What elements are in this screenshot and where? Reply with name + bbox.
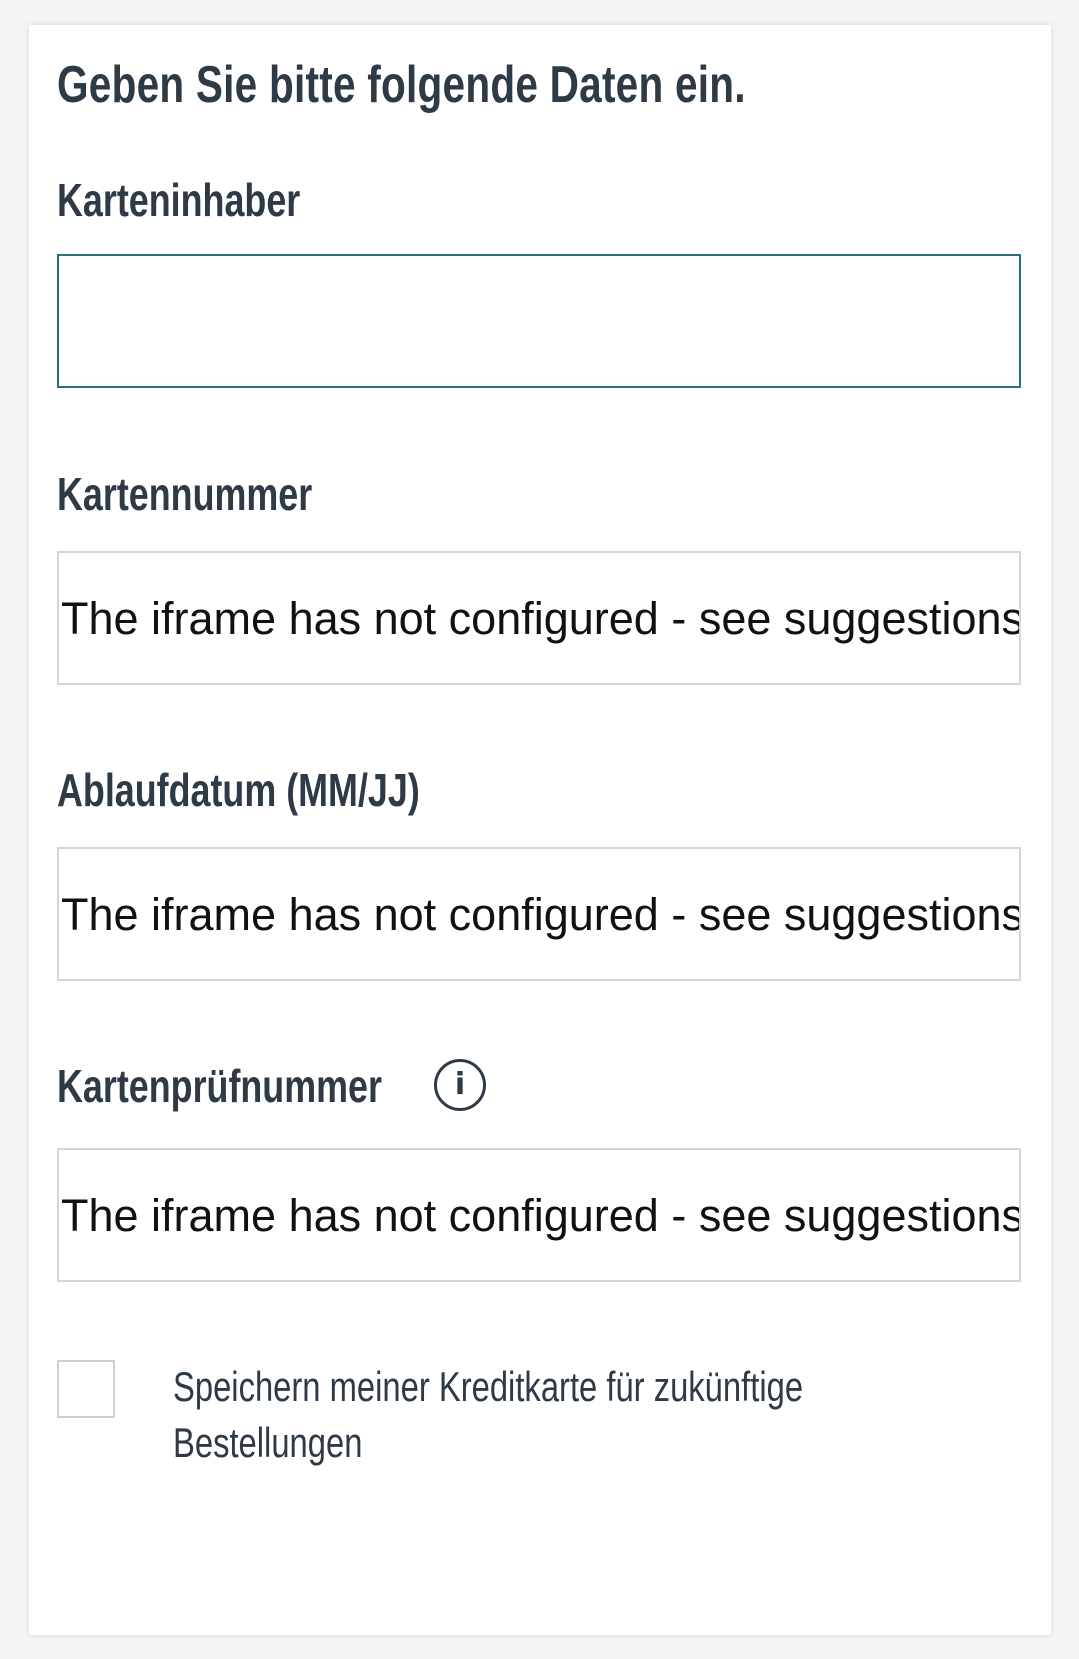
save-card-label-line2: Bestellungen xyxy=(173,1419,363,1466)
expiry-frame[interactable]: The iframe has not configured - see sugg… xyxy=(57,847,1021,981)
card-number-label: Kartennummer xyxy=(57,468,313,520)
save-card-label[interactable]: Speichern meiner Kreditkarte für zukünft… xyxy=(173,1359,875,1471)
save-card-label-line1: Speichern meiner Kreditkarte für zukünft… xyxy=(173,1363,804,1410)
card-number-frame-message: The iframe has not configured - see sugg… xyxy=(61,593,1021,644)
expiry-label: Ablaufdatum (MM/JJ) xyxy=(57,764,420,816)
cardholder-input[interactable] xyxy=(59,256,1019,386)
cardholder-field xyxy=(57,254,1021,388)
expiry-frame-message: The iframe has not configured - see sugg… xyxy=(61,889,1021,940)
cvc-frame-message: The iframe has not configured - see sugg… xyxy=(61,1190,1021,1241)
cvc-frame[interactable]: The iframe has not configured - see sugg… xyxy=(57,1148,1021,1282)
card-number-frame[interactable]: The iframe has not configured - see sugg… xyxy=(57,551,1021,685)
info-icon[interactable]: i xyxy=(434,1059,486,1111)
save-card-checkbox[interactable] xyxy=(57,1360,115,1418)
cardholder-label: Karteninhaber xyxy=(57,174,301,226)
cvc-label: Kartenprüfnummer xyxy=(57,1060,382,1112)
form-heading: Geben Sie bitte folgende Daten ein. xyxy=(57,56,746,114)
payment-form-card: Geben Sie bitte folgende Daten ein. Kart… xyxy=(29,25,1051,1635)
